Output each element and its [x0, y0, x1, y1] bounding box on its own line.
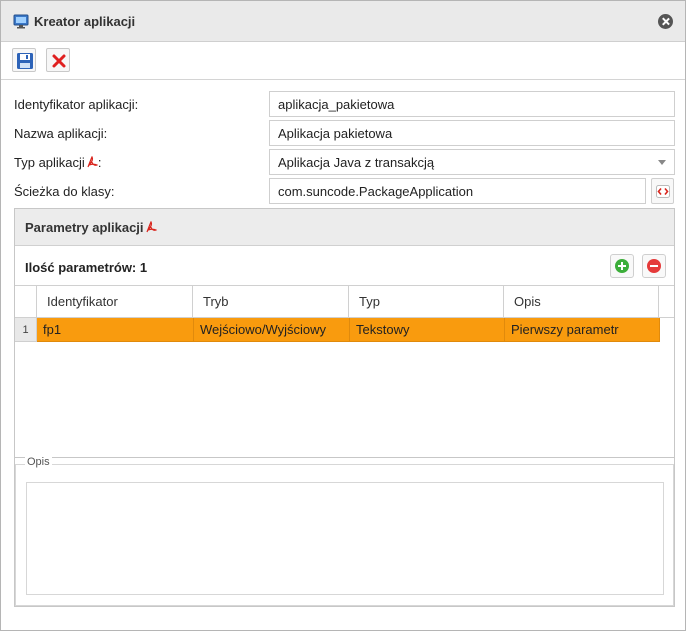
grid-header: Identyfikator Tryb Typ Opis — [15, 286, 674, 318]
parameters-panel: Parametry aplikacji Ilość parametrów: 1 … — [14, 208, 675, 607]
row-number: 1 — [15, 318, 37, 342]
form-row-type: Typ aplikacji: Aplikacja Java z transakc… — [1, 149, 685, 175]
toolbar — [1, 42, 685, 80]
chevron-down-icon[interactable] — [658, 160, 666, 165]
window-titlebar: Kreator aplikacji — [1, 1, 685, 42]
class-path-field[interactable]: com.suncode.PackageApplication — [269, 178, 646, 204]
remove-icon — [647, 259, 661, 273]
grid-corner — [15, 286, 37, 318]
cell-description[interactable]: Pierwszy parametr — [505, 318, 660, 342]
parameters-title: Parametry aplikacji — [25, 220, 157, 235]
parameters-count-row: Ilość parametrów: 1 — [15, 246, 674, 285]
cell-mode[interactable]: Wejściowo/Wyjściowy — [194, 318, 350, 342]
red-x-icon — [52, 54, 66, 68]
cancel-button[interactable] — [46, 48, 70, 72]
floppy-disk-icon — [17, 53, 33, 69]
save-button[interactable] — [12, 48, 36, 72]
application-creator-window: Kreator aplikacji Identyfikator aplikacj… — [0, 0, 686, 631]
column-header-description[interactable]: Opis — [504, 286, 659, 318]
type-label-suffix: : — [97, 155, 102, 170]
close-icon[interactable] — [658, 14, 673, 29]
type-label-text: Typ aplikacji — [14, 155, 85, 170]
monitor-icon — [13, 13, 29, 29]
path-label: Ścieżka do klasy: — [14, 184, 115, 199]
description-textarea[interactable] — [26, 482, 664, 595]
pdf-icon[interactable] — [145, 221, 157, 233]
name-label: Nazwa aplikacji: — [14, 126, 108, 141]
class-path-button[interactable] — [651, 178, 674, 204]
column-header-mode[interactable]: Tryb — [193, 286, 349, 318]
form-row-path: Ścieżka do klasy: com.suncode.PackageApp… — [1, 178, 685, 204]
window-title: Kreator aplikacji — [34, 14, 136, 29]
parameters-title-text: Parametry aplikacji — [25, 220, 144, 235]
add-icon — [615, 259, 629, 273]
name-field[interactable]: Aplikacja pakietowa — [269, 120, 675, 146]
description-fieldset: Opis — [15, 456, 674, 606]
form-row-name: Nazwa aplikacji: Aplikacja pakietowa — [1, 120, 685, 146]
type-label: Typ aplikacji: — [14, 155, 101, 170]
cell-type[interactable]: Tekstowy — [350, 318, 505, 342]
parameters-grid: Identyfikator Tryb Typ Opis 1 fp1 Wejści… — [15, 285, 674, 458]
parameters-panel-header: Parametry aplikacji — [15, 209, 674, 246]
form-row-id: Identyfikator aplikacji: aplikacja_pakie… — [1, 91, 685, 117]
code-icon — [656, 185, 670, 198]
type-select-value: Aplikacja Java z transakcją — [278, 155, 435, 170]
add-parameter-button[interactable] — [610, 254, 634, 278]
cell-identifier[interactable]: fp1 — [37, 318, 194, 342]
column-header-type[interactable]: Typ — [349, 286, 504, 318]
parameters-count: Ilość parametrów: 1 — [25, 260, 148, 275]
type-select[interactable]: Aplikacja Java z transakcją — [269, 149, 675, 175]
column-header-identifier[interactable]: Identyfikator — [37, 286, 193, 318]
remove-parameter-button[interactable] — [642, 254, 666, 278]
pdf-icon[interactable] — [87, 156, 98, 168]
id-label: Identyfikator aplikacji: — [14, 97, 139, 112]
id-field[interactable]: aplikacja_pakietowa — [269, 91, 675, 117]
table-row[interactable]: 1 fp1 Wejściowo/Wyjściowy Tekstowy Pierw… — [15, 318, 674, 342]
description-legend: Opis — [25, 456, 52, 468]
